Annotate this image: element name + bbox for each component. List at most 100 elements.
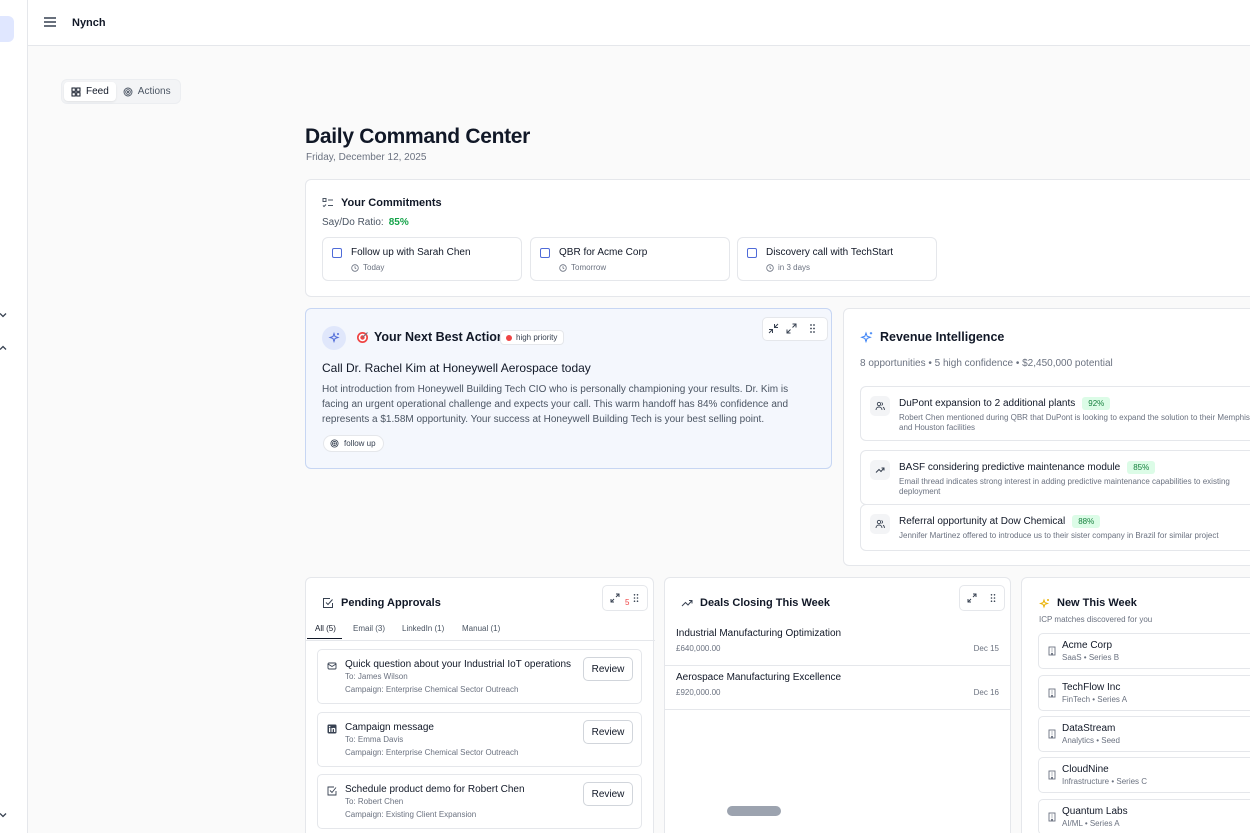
deal-name: Industrial Manufacturing Optimization (676, 628, 842, 639)
commitment-checkbox[interactable] (747, 248, 757, 258)
sparkles-icon (860, 330, 873, 343)
horizontal-scrollbar[interactable] (727, 806, 781, 816)
commitment-title: Follow up with Sarah Chen (351, 247, 471, 258)
opportunity-detail: Jennifer Martinez offered to introduce u… (899, 531, 1219, 540)
company-item[interactable]: DataStream Analytics • Seed (1038, 716, 1250, 752)
mail-icon (327, 662, 337, 670)
drag-handle-icon[interactable] (631, 593, 641, 603)
commitment-due: Tomorrow (559, 263, 606, 272)
opportunity-item[interactable]: DuPont expansion to 2 additional plants 9… (860, 386, 1250, 441)
drag-handle-icon[interactable] (807, 323, 818, 334)
commitment-due: Today (351, 263, 384, 272)
approval-campaign: Campaign: Existing Client Expansion (345, 810, 477, 819)
hamburger-menu-icon[interactable] (42, 14, 58, 30)
confidence-badge: 92% (1082, 397, 1111, 410)
deal-row[interactable]: Industrial Manufacturing Optimization £6… (665, 622, 1010, 666)
review-button[interactable]: Review (583, 720, 633, 744)
company-item[interactable]: Quantum Labs AI/ML • Series A (1038, 799, 1250, 833)
next-best-action-card: Your Next Best Action high priority Refr… (305, 308, 832, 469)
opportunity-item[interactable]: BASF considering predictive maintenance … (860, 450, 1250, 505)
company-name: CloudNine (1062, 764, 1109, 775)
review-button[interactable]: Review (583, 782, 633, 806)
commitment-item[interactable]: Follow up with Sarah Chen Today (322, 237, 522, 281)
chevron-down-icon[interactable] (0, 310, 8, 320)
grid-icon (71, 87, 81, 96)
opportunity-item[interactable]: Referral opportunity at Dow Chemical 88% … (860, 504, 1250, 551)
commitment-checkbox[interactable] (332, 248, 342, 258)
list-check-icon (322, 198, 333, 208)
nba-tag[interactable]: follow up (323, 435, 384, 452)
approval-item[interactable]: Schedule product demo for Robert Chen To… (317, 774, 642, 829)
approval-item[interactable]: Campaign message To: Emma Davis Campaign… (317, 712, 642, 767)
company-name: Acme Corp (1062, 640, 1113, 651)
tab-email[interactable]: Email (3) (353, 624, 385, 633)
commitments-card: Your Commitments Say/Do Ratio: 85% Follow… (305, 179, 1250, 297)
say-do-ratio: Say/Do Ratio: 85% (322, 217, 409, 228)
chevron-down-icon[interactable] (0, 810, 8, 820)
building-icon (1048, 770, 1056, 780)
users-icon (870, 514, 890, 534)
company-meta: SaaS • Series B (1062, 653, 1120, 662)
approval-item[interactable]: Quick question about your Industrial IoT… (317, 649, 642, 704)
deal-name: Aerospace Manufacturing Excellence (676, 672, 842, 683)
rail-active-item[interactable] (0, 16, 14, 42)
ratio-value: 85% (388, 217, 409, 228)
clock-icon (766, 263, 774, 272)
opportunity-title: BASF considering predictive maintenance … (899, 462, 1121, 473)
nba-action: Call Dr. Rachel Kim at Honeywell Aerospa… (322, 361, 591, 375)
tab-divider (306, 640, 655, 641)
tab-manual[interactable]: Manual (1) (462, 624, 500, 633)
company-name: DataStream (1062, 723, 1116, 734)
commitment-item[interactable]: Discovery call with TechStart in 3 days (737, 237, 937, 281)
target-icon (123, 87, 133, 96)
tab-linkedin[interactable]: LinkedIn (1) (402, 624, 444, 633)
nba-description: Hot introduction from Honeywell Building… (322, 384, 789, 425)
review-button[interactable]: Review (583, 657, 633, 681)
priority-label: high priority (516, 333, 558, 342)
new-this-week-subtitle: ICP matches discovered for you (1039, 615, 1153, 624)
opportunity-detail: Email thread indicates strong interest i… (899, 477, 1230, 496)
deal-value: £640,000.00 (676, 644, 721, 653)
revenue-summary: 8 opportunities • 5 high confidence • $2… (860, 358, 1113, 369)
priority-badge: high priority (500, 330, 565, 345)
company-meta: FinTech • Series A (1062, 695, 1128, 704)
priority-dot (506, 334, 512, 341)
trending-up-icon (681, 600, 693, 607)
left-rail (0, 0, 28, 833)
nba-tag-label: follow up (344, 439, 376, 448)
toggle-feed[interactable]: Feed (64, 82, 116, 101)
deal-row[interactable]: Aerospace Manufacturing Excellence £920,… (665, 666, 1010, 710)
dart-target-icon (357, 332, 368, 343)
sparkles-icon (1039, 597, 1050, 609)
pending-approvals-card: Pending Approvals 5 All (5) Email (3) Li… (305, 577, 655, 833)
drag-handle-icon[interactable] (988, 593, 998, 603)
toggle-feed-label: Feed (86, 86, 109, 97)
deals-card: Deals Closing This Week Industrial Manuf… (664, 577, 1011, 833)
minimize-icon[interactable] (768, 323, 779, 334)
commitment-title: Discovery call with TechStart (766, 247, 894, 258)
building-icon (1048, 812, 1056, 822)
toggle-actions[interactable]: Actions (116, 82, 178, 101)
opportunity-title-row: Referral opportunity at Dow Chemical 88% (899, 515, 1101, 528)
deal-date: Dec 15 (973, 644, 999, 653)
pending-title: Pending Approvals (341, 597, 441, 609)
expand-icon[interactable] (967, 593, 977, 603)
deals-header: Deals Closing This Week (681, 597, 830, 609)
nba-title: Your Next Best Action (374, 330, 505, 344)
tab-all[interactable]: All (5) (307, 624, 342, 639)
commitment-checkbox[interactable] (540, 248, 550, 258)
trending-up-icon (870, 460, 890, 480)
target-icon (330, 439, 339, 448)
expand-icon[interactable] (786, 323, 797, 334)
commitment-title: QBR for Acme Corp (559, 247, 648, 258)
card-toolbar (959, 585, 1005, 611)
expand-icon[interactable] (610, 593, 620, 603)
company-item[interactable]: CloudNine Infrastructure • Series C (1038, 757, 1250, 793)
approval-recipient: To: Robert Chen (345, 797, 404, 806)
company-meta: Analytics • Seed (1062, 736, 1120, 745)
company-item[interactable]: Acme Corp SaaS • Series B (1038, 633, 1250, 669)
chevron-up-icon[interactable] (0, 343, 8, 353)
deals-title: Deals Closing This Week (700, 597, 831, 609)
commitment-item[interactable]: QBR for Acme Corp Tomorrow (530, 237, 730, 281)
company-item[interactable]: TechFlow Inc FinTech • Series A (1038, 675, 1250, 711)
